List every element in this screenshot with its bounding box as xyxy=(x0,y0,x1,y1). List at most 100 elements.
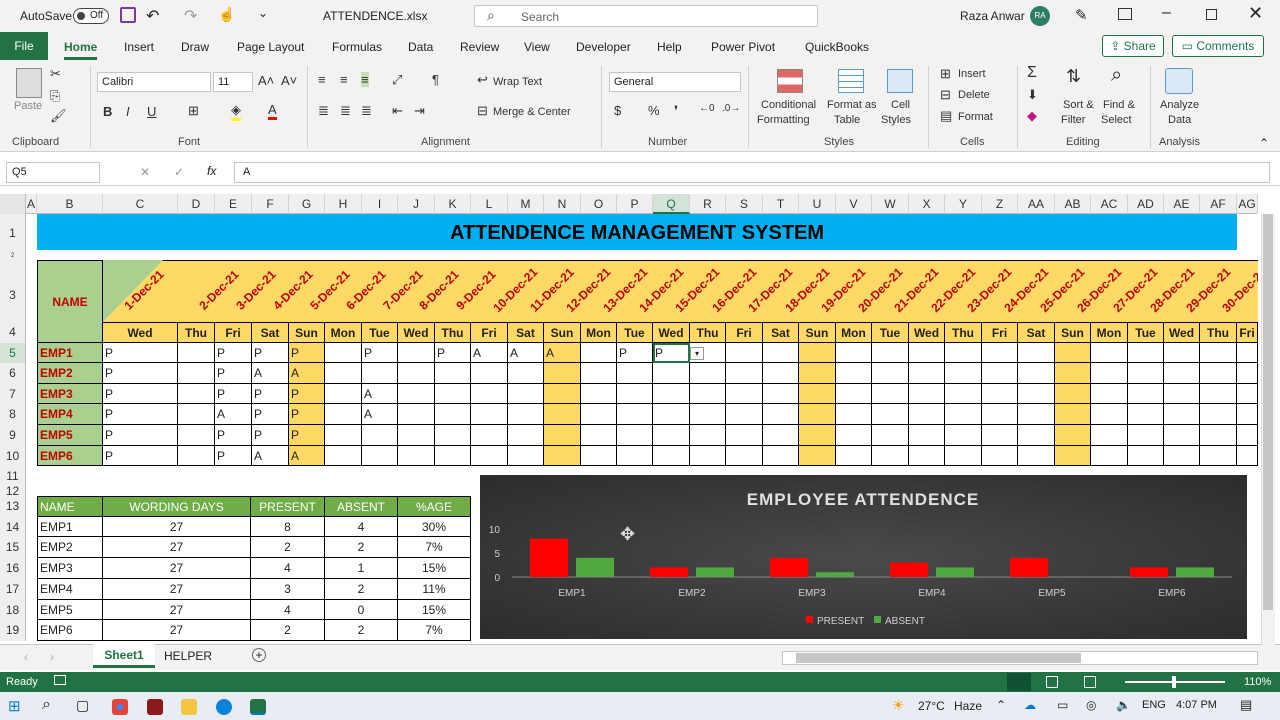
row-header[interactable]: 13 xyxy=(0,496,26,517)
attendance-cell[interactable] xyxy=(872,425,909,446)
attendance-cell[interactable] xyxy=(690,363,726,384)
tab-help[interactable]: Help xyxy=(657,40,682,54)
attendance-cell[interactable] xyxy=(1018,343,1055,363)
decrease-decimal-icon[interactable]: .0→ xyxy=(722,103,740,114)
insert-cells-button[interactable]: Insert xyxy=(958,68,986,80)
attendance-cell[interactable] xyxy=(836,446,872,466)
attendance-cell[interactable] xyxy=(982,384,1018,404)
summary-cell[interactable]: EMP6 xyxy=(37,620,103,641)
attendance-cell[interactable] xyxy=(1091,363,1128,384)
row-header[interactable]: 3 xyxy=(0,260,26,322)
attendance-cell[interactable] xyxy=(471,363,508,384)
attendance-cell[interactable] xyxy=(1237,363,1258,384)
conditional-formatting-icon[interactable] xyxy=(777,69,803,93)
attendance-cell[interactable]: P xyxy=(103,404,178,425)
tab-quickbooks[interactable]: QuickBooks xyxy=(805,40,869,54)
cell-dropdown-icon[interactable]: ▾ xyxy=(690,347,704,360)
column-header[interactable]: A xyxy=(26,194,37,214)
close-icon[interactable]: ✕ xyxy=(1248,3,1263,24)
tab-view[interactable]: View xyxy=(524,40,550,54)
name-box[interactable]: Q5 xyxy=(6,162,100,183)
attendance-cell[interactable]: P xyxy=(252,343,289,363)
conditional-formatting-label-1[interactable]: Conditional xyxy=(761,99,816,111)
attendance-cell[interactable]: P xyxy=(103,425,178,446)
attendance-cell[interactable] xyxy=(1200,343,1237,363)
font-size-dropdown[interactable]: 11 xyxy=(213,72,253,92)
redo-icon[interactable]: ↷ xyxy=(184,6,197,26)
battery-icon[interactable]: ▭ xyxy=(1057,698,1068,712)
attendance-cell[interactable]: P xyxy=(362,343,398,363)
insert-cells-icon[interactable]: ⊞ xyxy=(940,66,951,82)
attendance-cell[interactable] xyxy=(178,363,215,384)
attendance-cell[interactable] xyxy=(763,384,799,404)
comments-button[interactable]: ▭ Comments xyxy=(1172,35,1264,57)
attendance-cell[interactable] xyxy=(982,343,1018,363)
attendance-cell[interactable] xyxy=(325,384,362,404)
summary-cell[interactable]: 4 xyxy=(325,517,398,537)
attendance-cell[interactable] xyxy=(909,425,945,446)
attendance-cell[interactable] xyxy=(1055,343,1091,363)
attendance-cell[interactable] xyxy=(945,384,982,404)
summary-cell[interactable]: 27 xyxy=(103,620,251,641)
tab-insert[interactable]: Insert xyxy=(124,40,154,54)
summary-cell[interactable]: 27 xyxy=(103,537,251,558)
attendance-cell[interactable] xyxy=(581,404,617,425)
summary-cell[interactable]: 2 xyxy=(325,537,398,558)
attendance-cell[interactable] xyxy=(1200,446,1237,466)
vertical-scrollbar-thumb[interactable] xyxy=(1263,214,1273,610)
cloud-icon[interactable]: ☁ xyxy=(1024,698,1036,712)
analyze-data-label-2[interactable]: Data xyxy=(1168,114,1191,126)
attendance-cell[interactable] xyxy=(726,425,763,446)
summary-cell[interactable]: 2 xyxy=(325,620,398,641)
analyze-data-label-1[interactable]: Analyze xyxy=(1160,99,1199,111)
employee-name-cell[interactable]: EMP5 xyxy=(37,425,103,446)
attendance-cell[interactable] xyxy=(398,425,435,446)
row-header[interactable]: 17 xyxy=(0,579,26,600)
attendance-cell[interactable] xyxy=(690,425,726,446)
attendance-cell[interactable] xyxy=(836,404,872,425)
attendance-cell[interactable] xyxy=(872,343,909,363)
attendance-cell[interactable] xyxy=(945,343,982,363)
attendance-cell[interactable] xyxy=(1200,363,1237,384)
zoom-level[interactable]: 110% xyxy=(1244,676,1271,688)
chrome-icon[interactable] xyxy=(112,699,128,715)
summary-cell[interactable]: 3 xyxy=(251,579,325,600)
attendance-cell[interactable] xyxy=(1200,425,1237,446)
attendance-cell[interactable] xyxy=(544,446,581,466)
font-color-icon[interactable]: A xyxy=(268,102,277,120)
attendance-cell[interactable]: A xyxy=(471,343,508,363)
attendance-cell[interactable] xyxy=(763,425,799,446)
tab-developer[interactable]: Developer xyxy=(576,40,631,54)
attendance-cell[interactable]: A xyxy=(508,343,544,363)
attendance-cell[interactable]: A xyxy=(215,404,252,425)
column-header[interactable]: K xyxy=(435,194,471,214)
column-header[interactable]: F xyxy=(252,194,289,214)
attendance-cell[interactable] xyxy=(581,363,617,384)
attendance-cell[interactable] xyxy=(726,446,763,466)
row-header[interactable]: 19 xyxy=(0,620,26,641)
summary-cell[interactable]: EMP2 xyxy=(37,537,103,558)
tab-file[interactable]: File xyxy=(0,32,48,60)
attendance-cell[interactable] xyxy=(1128,425,1164,446)
attendance-cell[interactable]: P xyxy=(252,384,289,404)
page-break-view-icon[interactable] xyxy=(1084,676,1096,688)
attendance-cell[interactable] xyxy=(435,363,471,384)
attendance-cell[interactable] xyxy=(325,343,362,363)
attendance-cell[interactable] xyxy=(653,363,690,384)
network-icon[interactable]: ◎ xyxy=(1086,698,1096,712)
attendance-cell[interactable] xyxy=(799,363,836,384)
summary-cell[interactable]: 11% xyxy=(398,579,471,600)
summary-cell[interactable]: 27 xyxy=(103,579,251,600)
attendance-cell[interactable] xyxy=(1018,404,1055,425)
attendance-cell[interactable] xyxy=(581,384,617,404)
align-center-icon[interactable]: ≣ xyxy=(340,103,351,119)
tab-power-pivot[interactable]: Power Pivot xyxy=(711,40,775,54)
attendance-cell[interactable] xyxy=(909,446,945,466)
attendance-cell[interactable] xyxy=(398,446,435,466)
attendance-cell[interactable] xyxy=(836,384,872,404)
summary-cell[interactable]: 27 xyxy=(103,558,251,579)
notification-icon[interactable]: ▤ xyxy=(1240,697,1252,713)
attendance-cell[interactable]: P xyxy=(215,343,252,363)
attendance-cell[interactable]: P xyxy=(252,404,289,425)
attendance-cell[interactable] xyxy=(799,446,836,466)
